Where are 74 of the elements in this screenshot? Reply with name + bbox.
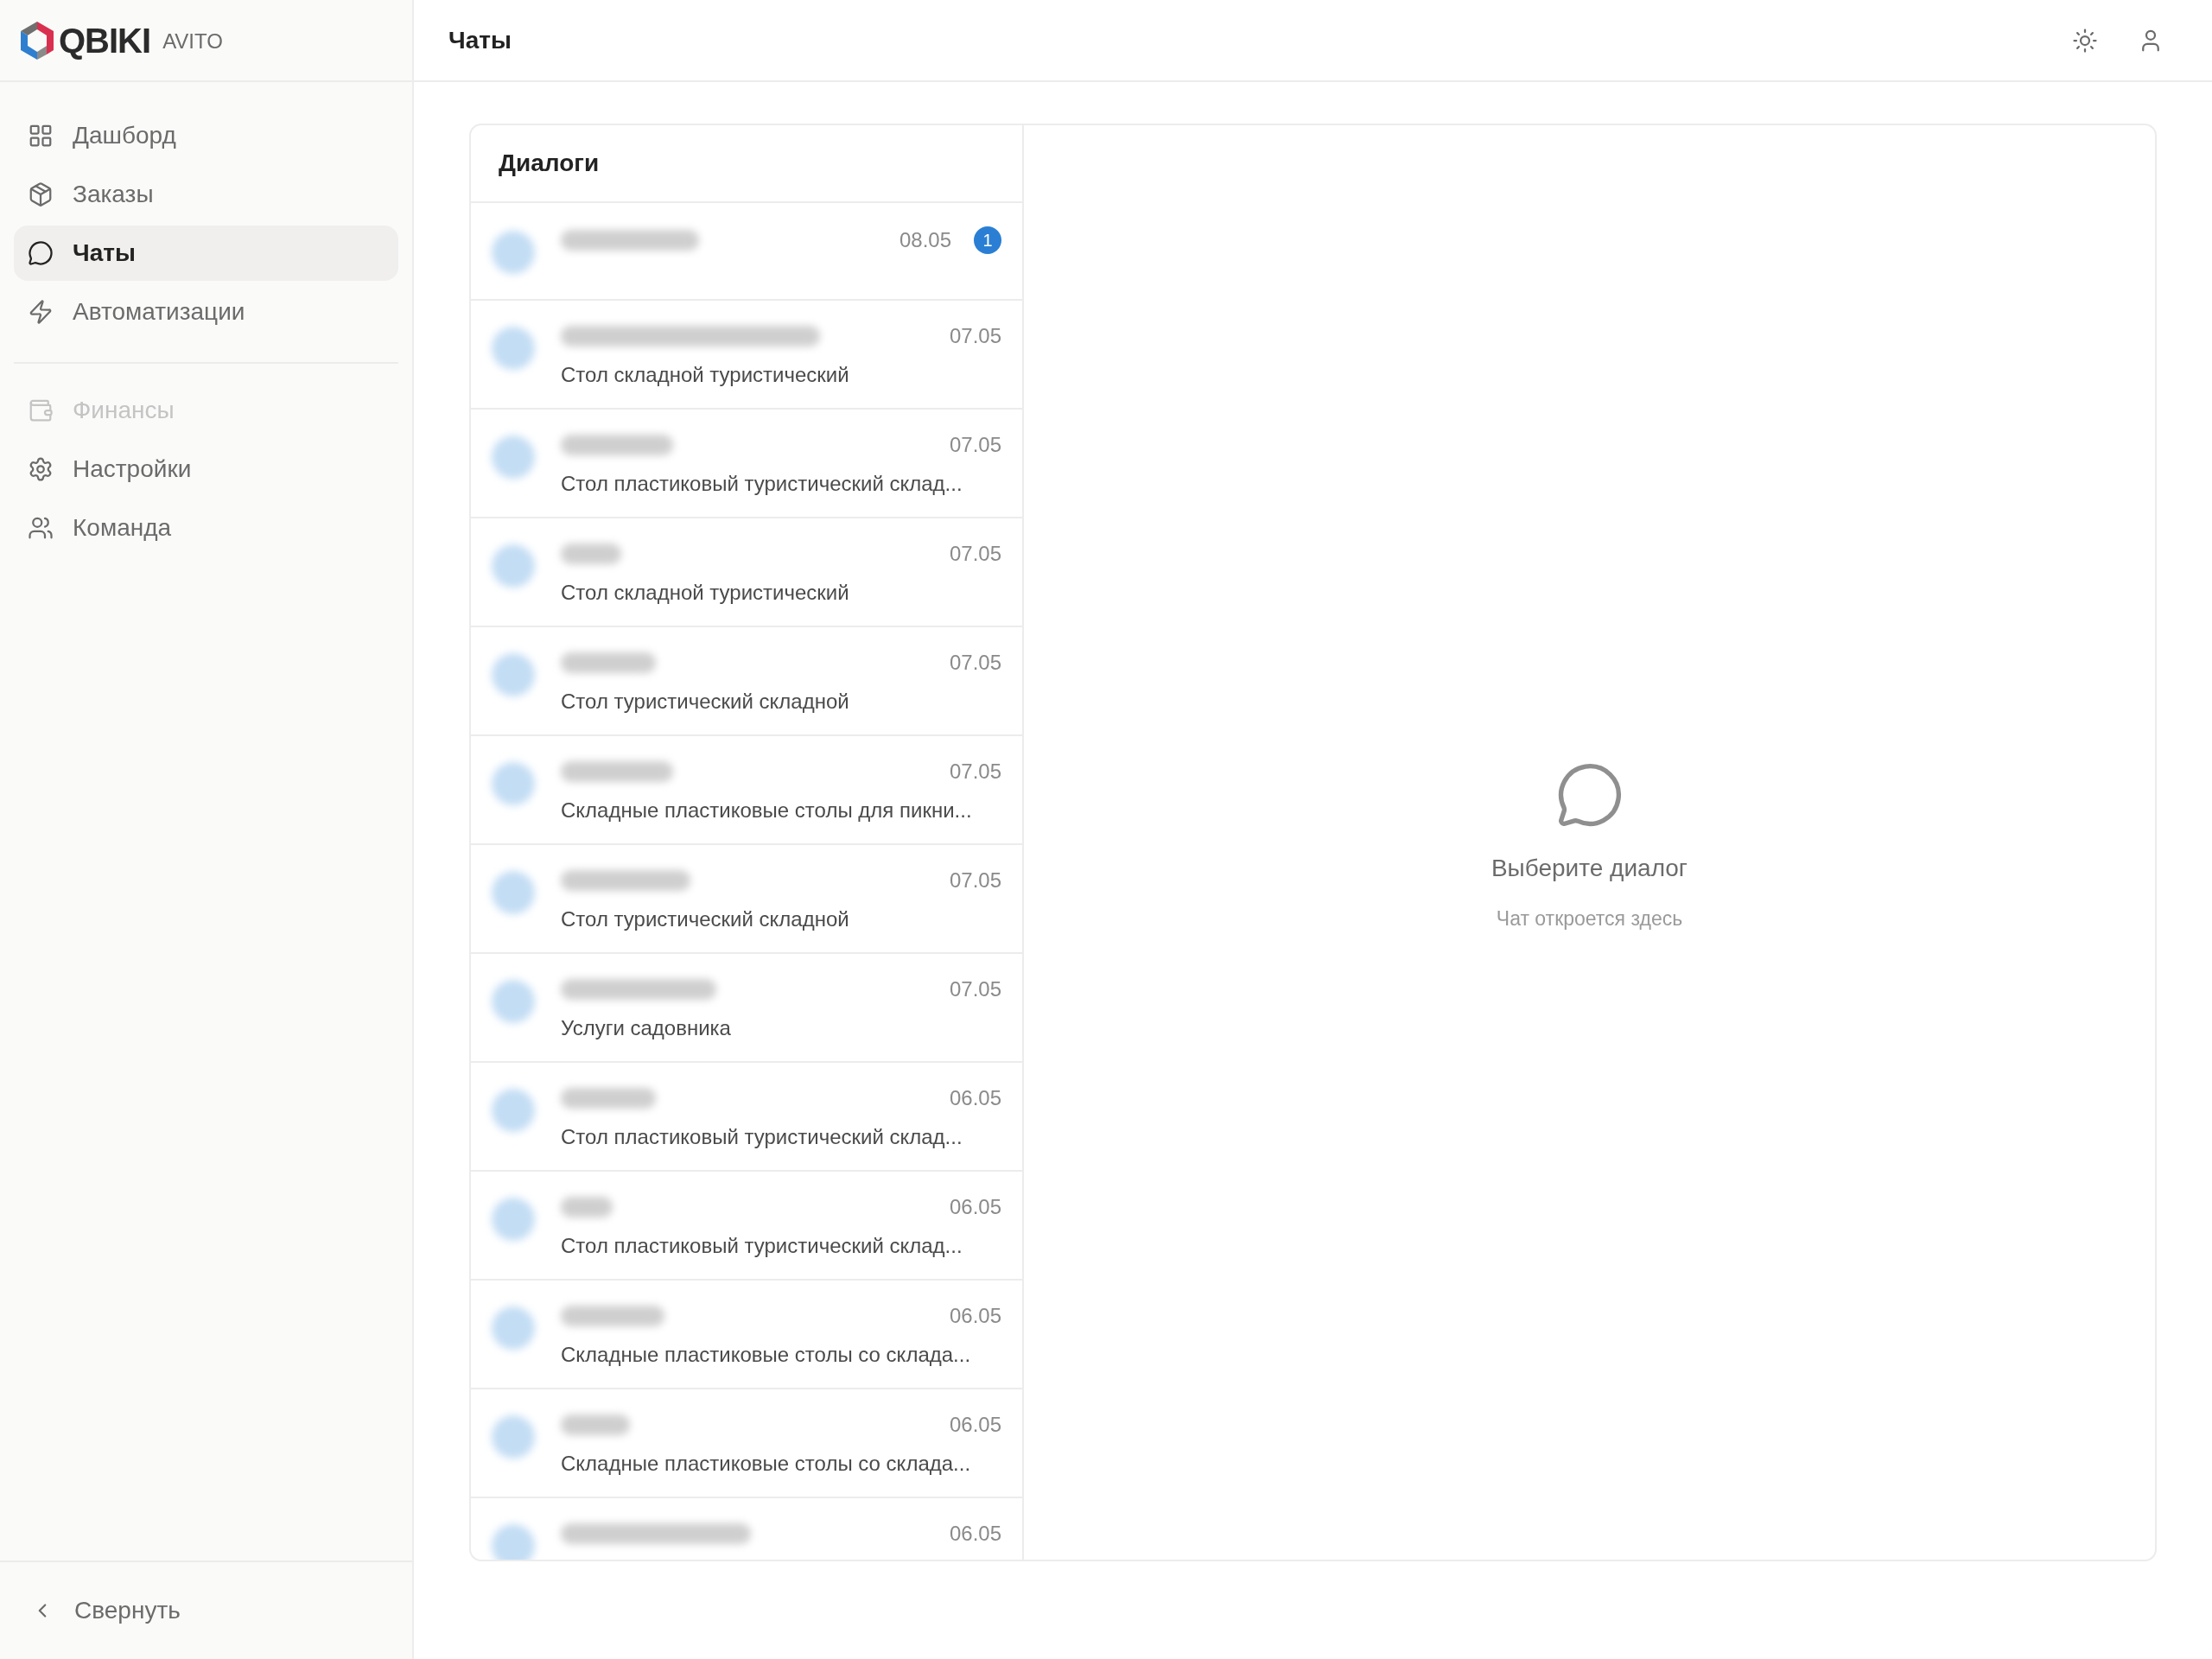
product-label: AVITO bbox=[162, 28, 223, 54]
dialog-item[interactable]: 08.05 1 bbox=[471, 203, 1022, 301]
dialog-date: 07.05 bbox=[949, 541, 1001, 567]
brand-name: QBIKI bbox=[59, 20, 151, 61]
avatar bbox=[492, 1198, 535, 1241]
dialog-date: 07.05 bbox=[949, 976, 1001, 1002]
dialog-item[interactable]: 06.05 Стол пластиковый туристический склад... bbox=[471, 1063, 1022, 1172]
dialog-preview: Стол пластиковый туристический склад... bbox=[561, 1124, 963, 1150]
dialog-preview: Складные пластиковые столы для пикни... bbox=[561, 798, 973, 823]
dialog-date: 07.05 bbox=[949, 868, 1001, 893]
dialog-item[interactable]: 06.05 Стол пластиковый туристический склад... bbox=[471, 1172, 1022, 1281]
avatar bbox=[492, 544, 535, 588]
avatar bbox=[492, 1089, 535, 1132]
blurred-name bbox=[561, 1197, 613, 1217]
dialog-date: 07.05 bbox=[949, 323, 1001, 349]
dialog-item[interactable]: 06.05 Складные пластиковые столы со склада... bbox=[471, 1281, 1022, 1389]
empty-title: Выберите диалог bbox=[1491, 853, 1688, 883]
dialogs-title: Диалоги bbox=[499, 149, 600, 178]
dialog-date: 06.05 bbox=[949, 1412, 1001, 1438]
dialog-preview: Складные пластиковые столы со склада... bbox=[561, 1342, 972, 1368]
avatar bbox=[492, 1524, 535, 1560]
collapse-button[interactable]: Свернуть bbox=[31, 1592, 181, 1629]
dialog-preview: Стол туристический складной bbox=[561, 689, 850, 715]
unread-badge: 1 bbox=[974, 226, 1001, 254]
theme-toggle-icon[interactable] bbox=[2072, 27, 2098, 54]
nav-item[interactable]: Заказы bbox=[14, 167, 398, 222]
bolt-icon bbox=[28, 299, 54, 325]
dialog-preview: Стол туристический складной bbox=[561, 906, 850, 932]
dialog-date: 07.05 bbox=[949, 759, 1001, 785]
dialog-item[interactable]: 07.05 Стол пластиковый туристический склад... bbox=[471, 410, 1022, 518]
avatar bbox=[492, 1306, 535, 1350]
dialog-date: 06.05 bbox=[949, 1303, 1001, 1329]
users-icon bbox=[28, 515, 54, 541]
dialog-preview: Стол пластиковый туристический склад... bbox=[561, 1233, 963, 1259]
dialog-item[interactable]: 07.05 Стол туристический складной bbox=[471, 845, 1022, 954]
avatar bbox=[492, 327, 535, 370]
nav-item[interactable]: Настройки bbox=[14, 442, 398, 497]
avatar bbox=[492, 871, 535, 914]
dialog-date: 07.05 bbox=[949, 432, 1001, 458]
chat-icon bbox=[28, 240, 54, 266]
settings-icon bbox=[28, 456, 54, 482]
dialog-item[interactable]: 07.05 Услуги садовника bbox=[471, 954, 1022, 1063]
dialog-item[interactable]: 06.05 Складные пластиковые столы со склада... bbox=[471, 1389, 1022, 1498]
wallet-icon bbox=[28, 397, 54, 423]
page-title: Чаты bbox=[448, 25, 512, 55]
dialog-date: 08.05 bbox=[899, 227, 951, 253]
dialog-preview: Услуги садовника bbox=[561, 1015, 732, 1041]
dashboard-icon bbox=[28, 123, 54, 149]
nav-item[interactable]: Автоматизации bbox=[14, 284, 398, 340]
nav-item[interactable]: Чаты bbox=[14, 226, 398, 281]
blurred-name bbox=[561, 543, 621, 564]
package-icon bbox=[28, 181, 54, 207]
dialog-item[interactable]: 07.05 Стол складной туристический bbox=[471, 518, 1022, 627]
avatar bbox=[492, 653, 535, 696]
dialog-item[interactable]: 07.05 Стол туристический складной bbox=[471, 627, 1022, 736]
avatar bbox=[492, 435, 535, 479]
avatar bbox=[492, 980, 535, 1023]
nav-item[interactable]: Дашборд bbox=[14, 108, 398, 163]
dialog-item[interactable]: 07.05 Стол складной туристический bbox=[471, 301, 1022, 410]
dialog-preview: Стол пластиковый туристический склад... bbox=[561, 471, 963, 497]
cube-logo-icon bbox=[19, 20, 55, 60]
dialog-preview: Стол складной туристический bbox=[561, 362, 850, 388]
dialog-preview: Складные пластиковые столы со склада... bbox=[561, 1451, 972, 1477]
avatar bbox=[492, 231, 535, 274]
avatar bbox=[492, 1415, 535, 1459]
dialog-date: 06.05 bbox=[949, 1194, 1001, 1220]
empty-subtitle: Чат откроется здесь bbox=[1496, 906, 1683, 931]
dialog-preview: Стол складной туристический bbox=[561, 580, 850, 606]
nav-item[interactable]: Команда bbox=[14, 500, 398, 556]
dialog-date: 06.05 bbox=[949, 1085, 1001, 1111]
dialog-item[interactable]: 07.05 Складные пластиковые столы для пикни... bbox=[471, 736, 1022, 845]
dialog-date: 06.05 bbox=[949, 1521, 1001, 1547]
dialog-date: 07.05 bbox=[949, 650, 1001, 676]
avatar bbox=[492, 762, 535, 805]
